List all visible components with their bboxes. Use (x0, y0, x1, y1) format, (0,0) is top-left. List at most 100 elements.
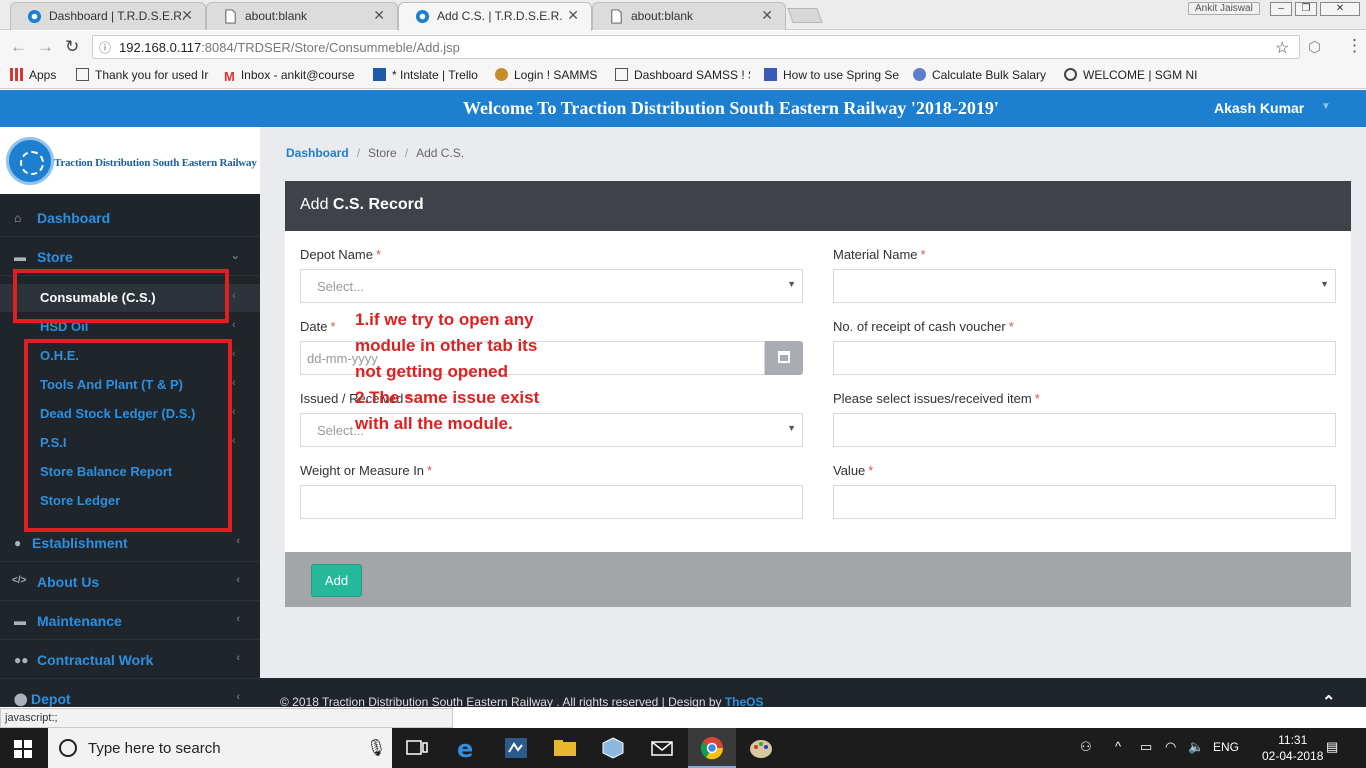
show-hidden-icons-chevron-icon[interactable]: ^ (1115, 739, 1121, 754)
bookmark-item[interactable]: Dashboard SAMSS ! S (615, 68, 750, 82)
sidebar-item-dashboard[interactable]: ⌂ Dashboard (0, 199, 260, 237)
netbeans-icon[interactable] (503, 736, 529, 760)
minimize-window-icon[interactable]: – (1270, 2, 1292, 16)
back-arrow-icon[interactable]: ← (10, 37, 27, 57)
chevron-left-icon: ‹ (236, 652, 240, 664)
breadcrumb-dashboard-link[interactable]: Dashboard (286, 146, 349, 160)
tab-title: Add C.S. | T.R.D.S.E.R. (437, 9, 563, 23)
annotation-box-consumable (13, 269, 229, 323)
bookmark-star-icon[interactable]: ☆ (1275, 38, 1289, 58)
wifi-icon[interactable]: ◠ (1165, 739, 1176, 755)
chrome-icon[interactable] (699, 736, 725, 760)
value-input[interactable] (833, 485, 1336, 519)
notifications-icon[interactable]: ▤ (1326, 739, 1338, 755)
url-path: :8084/TRDSER/Store/Consummeble/Add.jsp (201, 40, 460, 55)
info-icon[interactable]: ⓘ (99, 39, 111, 56)
browser-tab-add-cs[interactable]: Add C.S. | T.R.D.S.E.R. ✕ (398, 2, 592, 31)
issues-received-item-input[interactable] (833, 413, 1336, 447)
browser-tab-dashboard[interactable]: Dashboard | T.R.D.S.E.R. ✕ (10, 2, 206, 30)
language-indicator[interactable]: ENG (1213, 740, 1239, 754)
sidebar-item-depot[interactable]: ⬤ Depot ‹ (0, 680, 260, 707)
url-host: 192.168.0.117 (119, 40, 202, 55)
windows-start-icon[interactable] (14, 740, 32, 758)
taskbar-search[interactable]: Type here to search 🎙 (48, 728, 392, 768)
depot-name-select[interactable]: Select... ▼ (300, 269, 803, 303)
annotation-box-store-modules (24, 339, 232, 532)
new-tab-button[interactable] (787, 8, 823, 23)
people-icon[interactable]: ⚇ (1080, 739, 1092, 755)
receipt-voucher-label: No. of receipt of cash voucher * (833, 319, 1014, 334)
windows-taskbar: Type here to search 🎙 e ⚇ ^ ▭ ◠ 🔈 ENG 11… (0, 728, 1366, 768)
clock[interactable]: 11:31 02-04-2018 (1262, 732, 1323, 764)
page-icon (615, 68, 628, 81)
user-menu[interactable]: Akash Kumar (1214, 100, 1304, 116)
reload-icon[interactable]: ↻ (65, 37, 79, 57)
calculator-icon (913, 68, 926, 81)
clock-time: 11:31 (1278, 733, 1308, 747)
battery-icon[interactable]: ▭ (1140, 739, 1152, 755)
globe-icon (1064, 68, 1077, 81)
paint-icon[interactable] (748, 736, 774, 760)
users-icon: ●● (14, 653, 29, 667)
receipt-voucher-input[interactable] (833, 341, 1336, 375)
scroll-top-icon[interactable]: ⌃ (1322, 692, 1335, 712)
forward-arrow-icon[interactable]: → (37, 37, 54, 57)
chevron-left-icon: ‹ (236, 691, 240, 703)
bookmark-item[interactable]: Thank you for used Ir (76, 68, 210, 82)
extension-icon[interactable]: ⬡ (1308, 38, 1321, 56)
close-tab-icon[interactable]: ✕ (373, 7, 385, 24)
chevron-left-icon: ‹ (232, 290, 236, 302)
close-tab-icon[interactable]: ✕ (567, 7, 579, 24)
date-label: Date * (300, 319, 336, 334)
annotation-note: 1.if we try to open any module in other … (355, 310, 540, 433)
bookmark-item[interactable]: How to use Spring Se (764, 68, 901, 82)
folder-icon: ▬ (14, 250, 26, 264)
file-explorer-icon[interactable] (552, 736, 578, 760)
menu-kebab-icon[interactable]: ⋮ (1346, 36, 1363, 56)
browser-tab-blank-1[interactable]: about:blank ✕ (206, 2, 398, 30)
virtualbox-icon[interactable] (600, 736, 626, 760)
task-view-icon[interactable] (404, 736, 430, 760)
chevron-down-icon[interactable]: ▼ (1321, 101, 1331, 112)
add-button[interactable]: Add (311, 564, 362, 597)
sidebar-item-maintenance[interactable]: ▬ Maintenance ‹ (0, 602, 260, 640)
page-icon (225, 9, 236, 24)
site-favicon-icon (415, 9, 430, 24)
browser-status-bar: javascript:; (0, 708, 453, 728)
sidebar-item-contractual-work[interactable]: ●● Contractual Work ‹ (0, 641, 260, 679)
breadcrumb-store[interactable]: Store (368, 146, 397, 160)
maximize-window-icon[interactable]: ❐ (1295, 2, 1317, 16)
clock-date: 02-04-2018 (1262, 749, 1324, 763)
address-bar[interactable]: ⓘ 192.168.0.117:8084/TRDSER/Store/Consum… (92, 35, 1300, 59)
page-title: Welcome To Traction Distribution South E… (463, 98, 999, 118)
page-footer: © 2018 Traction Distribution South Easte… (260, 678, 1366, 711)
dropdown-caret-icon: ▼ (787, 423, 796, 433)
bookmark-item[interactable]: * Intslate | Trello (373, 68, 485, 82)
material-name-select[interactable]: ▼ (833, 269, 1336, 303)
mail-icon[interactable] (649, 736, 675, 760)
chevron-left-icon: ‹ (232, 377, 236, 389)
bookmark-item[interactable]: M Inbox - ankit@course (224, 68, 362, 82)
panel-title: C.S. Record (332, 196, 424, 213)
close-tab-icon[interactable]: ✕ (761, 7, 773, 24)
bookmark-apps[interactable]: Apps (10, 68, 76, 82)
bookmark-item[interactable]: Login ! SAMMS (495, 68, 605, 82)
browser-tab-blank-2[interactable]: about:blank ✕ (592, 2, 786, 30)
volume-icon[interactable]: 🔈 (1188, 739, 1204, 755)
bookmark-item[interactable]: Calculate Bulk Salary (913, 68, 1047, 82)
footer-brand-link[interactable]: TheOS (725, 695, 764, 709)
person-icon: ● (14, 536, 22, 550)
profile-name[interactable]: Ankit Jaiswal (1188, 2, 1260, 15)
logo[interactable]: Traction Distribution South Eastern Rail… (0, 127, 260, 197)
close-tab-icon[interactable]: ✕ (181, 7, 193, 24)
issues-received-item-label: Please select issues/received item * (833, 391, 1040, 406)
calendar-button[interactable] (765, 341, 803, 375)
edge-browser-icon[interactable]: e (455, 736, 481, 760)
sidebar-item-about-us[interactable]: </> About Us ‹ (0, 563, 260, 601)
close-window-icon[interactable]: ✕ (1320, 2, 1360, 16)
microphone-icon[interactable]: 🎙 (366, 738, 386, 758)
breadcrumb: Dashboard / Store / Add C.S. (286, 146, 465, 160)
weight-measure-input[interactable] (300, 485, 803, 519)
bookmark-item[interactable]: WELCOME | SGM NID (1064, 68, 1198, 82)
tab-title: about:blank (631, 9, 694, 23)
